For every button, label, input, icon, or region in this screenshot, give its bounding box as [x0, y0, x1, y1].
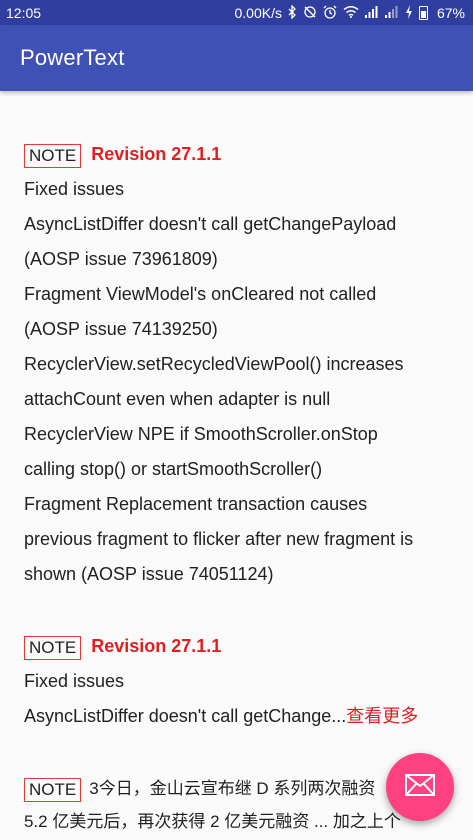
- entry-line: Fixed issues: [24, 179, 125, 199]
- entry-line: (AOSP issue 73961809): [24, 249, 218, 269]
- battery-percent: 67%: [436, 4, 465, 21]
- list-item: NOTE Revision 27.1.1 Fixed issues AsyncL…: [24, 629, 449, 734]
- mail-fab-button[interactable]: [386, 753, 454, 821]
- entry-line: RecyclerView.setRecycledViewPool() incre…: [24, 354, 404, 374]
- alarm-icon: [323, 5, 337, 21]
- entry-line: Fragment ViewModel's onCleared not calle…: [24, 284, 377, 304]
- truncated-text: AsyncListDiffer doesn't call getChange..…: [24, 706, 347, 726]
- content-list[interactable]: NOTE Revision 27.1.1 Fixed issues AsyncL…: [0, 91, 473, 840]
- revision-title: Revision 27.1.1: [91, 144, 222, 164]
- signal-icon: [364, 5, 379, 20]
- entry-line: 3今日，金山云宣布继 D 系列两次融资: [89, 778, 376, 798]
- entry-line: (AOSP issue 74139250): [24, 319, 218, 339]
- charging-icon: [405, 4, 413, 21]
- entry-header: NOTE Revision 27.1.1: [24, 629, 449, 664]
- signal-icon: [384, 5, 399, 20]
- entry-line: shown (AOSP issue 74051124): [24, 564, 274, 584]
- list-item: NOTE Revision 27.1.1 Fixed issues AsyncL…: [24, 137, 449, 592]
- wifi-icon: [343, 5, 359, 20]
- battery-icon: [418, 5, 431, 20]
- app-bar: PowerText: [0, 25, 473, 91]
- list-item: NOTE 3今日，金山云宣布继 D 系列两次融资 5.2 亿美元后，再次获得 2…: [24, 771, 449, 838]
- status-icons: 0.00K/s 67%: [234, 3, 465, 21]
- entry-line: RecyclerView NPE if SmoothScroller.onSto…: [24, 424, 378, 444]
- note-tag: NOTE: [24, 777, 82, 802]
- entry-line: Fixed issues: [24, 671, 125, 691]
- status-bar: 12:05 0.00K/s 67%: [0, 0, 473, 25]
- sync-icon: [303, 5, 317, 21]
- status-time: 12:05: [6, 4, 42, 21]
- entry-line: AsyncListDiffer doesn't call getChangePa…: [24, 214, 397, 234]
- revision-title: Revision 27.1.1: [91, 636, 222, 656]
- network-speed: 0.00K/s: [234, 4, 282, 21]
- see-more-link[interactable]: 查看更多: [346, 706, 418, 726]
- entry-line-truncated: AsyncListDiffer doesn't call getChange..…: [24, 699, 449, 734]
- mail-icon: [405, 773, 435, 801]
- entry-header: NOTE Revision 27.1.1: [24, 137, 449, 172]
- app-title: PowerText: [20, 45, 125, 70]
- note-tag: NOTE: [24, 143, 82, 168]
- note-tag: NOTE: [24, 635, 82, 660]
- entry-line: previous fragment to flicker after new f…: [24, 529, 414, 549]
- entry-line: attachCount even when adapter is null: [24, 389, 331, 409]
- entry-line: calling stop() or startSmoothScroller(): [24, 459, 323, 479]
- entry-line: 5.2 亿美元后，再次获得 2 亿美元融资 ... 加之上个: [24, 812, 401, 831]
- bluetooth-icon: [288, 3, 297, 21]
- entry-line: Fragment Replacement transaction causes: [24, 494, 368, 514]
